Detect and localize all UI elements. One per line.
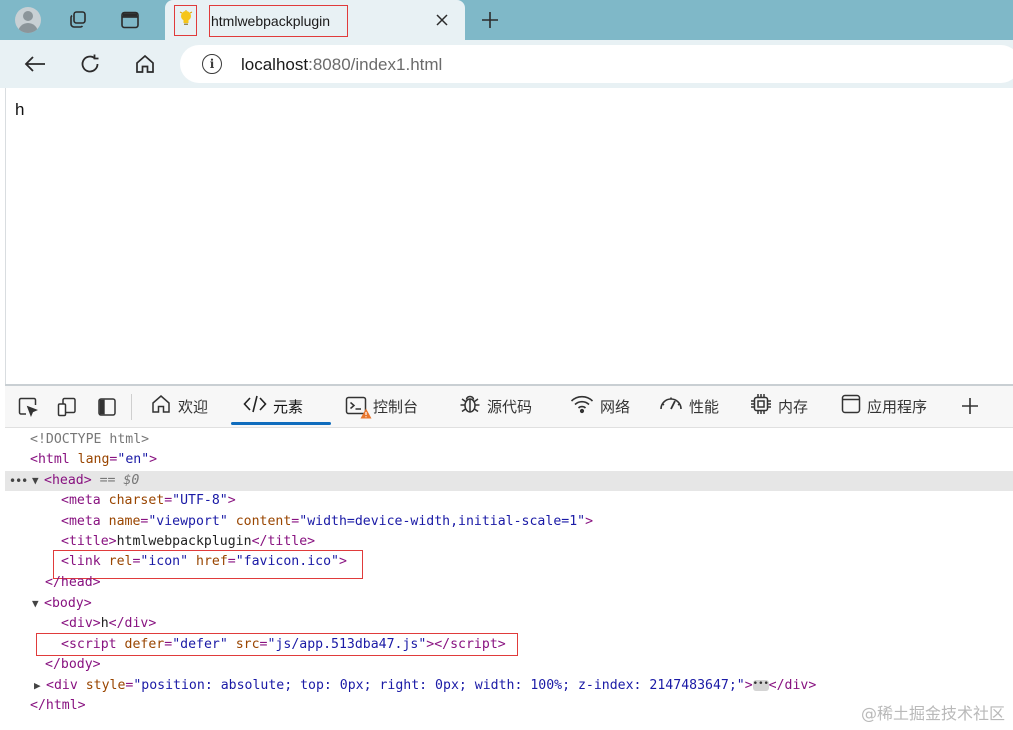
app-icon — [841, 394, 861, 418]
tab-title: htmlwebpackplugin — [211, 13, 331, 29]
tree-row-head[interactable]: ••• ▼ <head> == $0 — [5, 471, 1013, 491]
meta-charset-value: "UTF-8" — [172, 493, 228, 508]
tab-sources-label: 源代码 — [487, 398, 533, 416]
page-content-text: h — [15, 100, 25, 119]
more-tools-plus-icon[interactable] — [960, 396, 980, 416]
site-info-icon[interactable]: i — [202, 54, 222, 74]
wifi-icon — [570, 394, 594, 418]
tree-row-body[interactable]: ▼ <body> — [5, 594, 1013, 614]
profile-avatar[interactable] — [15, 7, 41, 33]
collapse-triangle-icon[interactable]: ▶ — [34, 676, 46, 696]
active-tab-indicator — [231, 422, 331, 425]
more-options-dots[interactable]: ••• — [9, 471, 28, 491]
tab-strip: htmlwebpackplugin — [0, 0, 1013, 40]
workspaces-icon[interactable] — [65, 7, 91, 33]
lightbulb-icon — [179, 10, 193, 31]
watermark: @稀土掘金技术社区 — [860, 704, 1005, 723]
meta-name-value: "viewport" — [148, 514, 228, 529]
tab-favicon — [174, 5, 197, 36]
url-host: localhost — [241, 55, 309, 74]
div-text: h — [100, 616, 109, 631]
devtools-panel: 欢迎 元素 控制台 源代码 网络 性能 内存 应用程序 <!DOCTYPE ht… — [5, 384, 1013, 730]
tab-network[interactable]: 网络 — [570, 386, 630, 426]
tree-row-div[interactable]: <div>h</div> — [5, 614, 1013, 634]
head-tag: <head> — [44, 473, 92, 488]
vertical-tabs-icon[interactable] — [117, 7, 143, 33]
tree-row-html[interactable]: <html lang="en"> — [5, 450, 1013, 470]
address-bar[interactable]: i localhost:8080/index1.html — [180, 45, 1013, 83]
tab-console[interactable]: 控制台 — [345, 386, 418, 426]
tab-network-label: 网络 — [600, 398, 631, 416]
tree-row-title[interactable]: <title>htmlwebpackplugin</title> — [5, 532, 1013, 552]
tree-row-overlay-div[interactable]: ▶ <div style="position: absolute; top: 0p… — [5, 676, 1013, 696]
back-arrow-icon[interactable] — [22, 51, 48, 77]
new-tab-icon[interactable] — [478, 8, 502, 32]
collapsed-content-badge[interactable]: ••• — [752, 679, 769, 691]
tree-row-meta-viewport[interactable]: <meta name="viewport" content="width=dev… — [5, 512, 1013, 532]
expand-triangle-icon[interactable]: ▼ — [32, 594, 44, 614]
tab-title-highlight: htmlwebpackplugin — [209, 5, 348, 37]
html-tag: <html — [30, 452, 70, 467]
url-path: :8080/index1.html — [308, 55, 443, 74]
title-text: htmlwebpackplugin — [116, 534, 252, 549]
page-viewport: h — [5, 88, 1013, 384]
meta-content-value: "width=device-width,initial-scale=1" — [299, 514, 586, 529]
chip-icon — [750, 393, 772, 419]
device-emulation-icon[interactable] — [56, 396, 78, 418]
script-highlight-box — [36, 633, 518, 656]
devtools-toolbar: 欢迎 元素 控制台 源代码 网络 性能 内存 应用程序 — [5, 386, 1013, 428]
expand-triangle-icon[interactable]: ▼ — [32, 471, 44, 491]
tree-row-doctype[interactable]: <!DOCTYPE html> — [5, 430, 1013, 450]
tab-memory[interactable]: 内存 — [750, 386, 808, 426]
warning-icon — [360, 408, 372, 419]
tab-performance[interactable]: 性能 — [659, 386, 719, 426]
div-style-value: "position: absolute; top: 0px; right: 0p… — [133, 678, 745, 693]
tab-welcome[interactable]: 欢迎 — [150, 386, 208, 426]
toolbar-separator — [131, 394, 132, 420]
console-icon — [345, 395, 372, 419]
home-icon — [150, 393, 172, 419]
html-lang-value: "en" — [117, 452, 150, 467]
tab-application-label: 应用程序 — [867, 398, 928, 416]
html-lang-attr: lang — [77, 452, 110, 467]
tree-row-body-close[interactable]: </body> — [5, 655, 1013, 675]
bug-icon — [459, 393, 481, 419]
tab-welcome-label: 欢迎 — [178, 398, 209, 416]
tree-row-head-close[interactable]: </head> — [5, 573, 1013, 593]
tab-console-label: 控制台 — [373, 398, 419, 416]
home-icon[interactable] — [132, 51, 158, 77]
inspect-element-icon[interactable] — [17, 396, 39, 418]
browser-toolbar: i localhost:8080/index1.html — [0, 40, 1013, 88]
reload-icon[interactable] — [77, 51, 103, 77]
close-tab-icon[interactable] — [433, 11, 451, 29]
tab-elements[interactable]: 元素 — [243, 386, 303, 426]
tab-performance-label: 性能 — [689, 398, 720, 416]
active-tab[interactable]: htmlwebpackplugin — [165, 0, 465, 40]
tab-elements-label: 元素 — [273, 398, 304, 416]
url-text[interactable]: localhost:8080/index1.html — [241, 55, 442, 75]
tree-row-meta-charset[interactable]: <meta charset="UTF-8"> — [5, 491, 1013, 511]
meta-charset-attr: charset — [108, 493, 165, 508]
tab-application[interactable]: 应用程序 — [841, 386, 927, 426]
tab-sources[interactable]: 源代码 — [459, 386, 532, 426]
doctype-node: <!DOCTYPE html> — [30, 432, 150, 447]
code-icon — [243, 394, 267, 418]
gauge-icon — [659, 394, 683, 418]
dock-side-icon[interactable] — [96, 396, 118, 418]
selected-node-marker: == $0 — [99, 473, 140, 488]
tab-memory-label: 内存 — [778, 398, 809, 416]
